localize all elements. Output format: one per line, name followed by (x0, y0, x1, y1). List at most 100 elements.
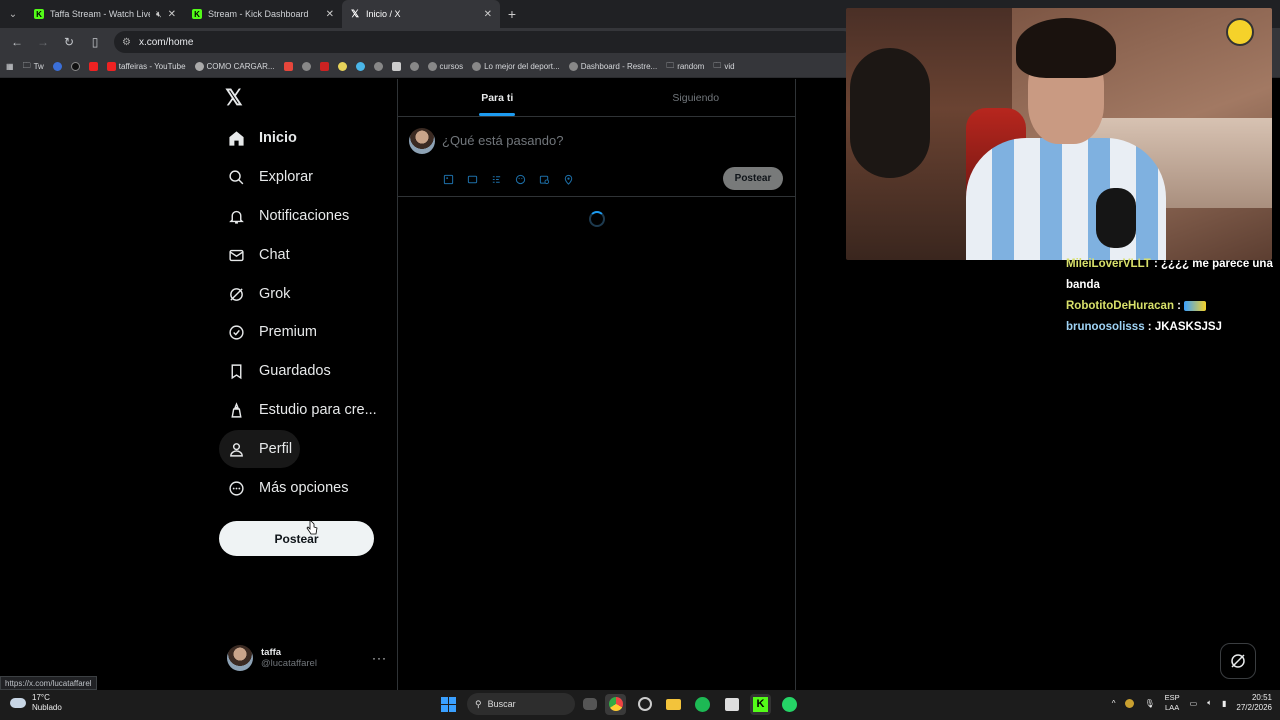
windows-taskbar: 17°C Nublado ⚲ Buscar K ^ 🎙︎ ESP LAA ▭ 🔈… (0, 690, 1280, 720)
tray-app-icon[interactable] (1125, 698, 1135, 708)
url-text: x.com/home (138, 36, 194, 48)
kick-favicon-icon: K (34, 9, 44, 19)
clock[interactable]: 20:51 27/2/2026 (1236, 693, 1272, 713)
search-icon (227, 168, 245, 186)
gif-icon[interactable] (466, 173, 478, 185)
x-logo-icon[interactable]: 𝕏 (225, 87, 247, 109)
nav-notificaciones[interactable]: Notificaciones (219, 197, 357, 235)
nav-estudio[interactable]: Estudio para cre... (219, 391, 385, 429)
apps-icon[interactable]: ▦ (6, 62, 14, 71)
windows-start-icon[interactable] (438, 694, 459, 715)
browser-tab-1[interactable]: K Taffa Stream - Watch Live o 🔇︎ ✕ (26, 0, 184, 28)
loading-spinner (589, 211, 605, 227)
bookmark-vid[interactable]: 🗀 vid (713, 60, 734, 74)
bookmark-instagram[interactable] (391, 62, 401, 71)
nav-grok[interactable]: Grok (219, 275, 298, 313)
compose-input[interactable]: ¿Qué está pasando? (442, 133, 563, 148)
weather-widget[interactable]: 17°C Nublado (10, 693, 62, 713)
emoji-icon[interactable] (514, 173, 526, 185)
task-view-icon[interactable] (583, 698, 597, 710)
bookmark-cursos[interactable]: cursos (427, 62, 463, 71)
bookmark-globe-3[interactable] (409, 62, 419, 71)
close-icon[interactable]: ✕ (326, 9, 334, 20)
avatar (227, 645, 253, 671)
bookmark-restream[interactable]: Dashboard - Restre... (568, 62, 657, 71)
store-icon[interactable] (721, 694, 742, 715)
mute-icon[interactable]: 🔇︎ (156, 9, 162, 20)
bookmark-icon (227, 362, 245, 380)
back-icon[interactable]: ← (6, 31, 28, 53)
bookmark-globe-2[interactable] (373, 62, 383, 71)
chevron-up-icon[interactable]: ^ (1112, 699, 1116, 708)
chat-message: MileiLoverVLLT : ¿¿¿¿ me parece una band… (1066, 258, 1273, 291)
tab-siguiendo[interactable]: Siguiendo (597, 79, 796, 116)
tab-search-button[interactable]: ⌄ (0, 0, 26, 28)
mic-tray-icon[interactable]: 🎙︎ (1144, 699, 1154, 708)
bookmark-gmail[interactable] (283, 62, 293, 71)
battery-icon[interactable]: ▮ (1222, 699, 1226, 708)
bookmark-youtube[interactable]: taffeiras - YouTube (106, 62, 186, 71)
bookmark-tw[interactable]: 🗀 Tw (23, 60, 44, 74)
language-indicator[interactable]: ESP LAA (1165, 693, 1180, 713)
bookmark-como-cargar[interactable]: COMO CARGAR... (194, 62, 275, 71)
feed-tabs: Para ti Siguiendo (398, 79, 795, 117)
nav-premium[interactable]: Premium (219, 313, 325, 351)
composer-post-button[interactable]: Postear (723, 167, 783, 190)
kick-favicon-icon: K (192, 9, 202, 19)
composer-toolbar (442, 173, 574, 185)
person-icon (227, 440, 245, 458)
close-icon[interactable]: ✕ (484, 9, 492, 20)
location-icon[interactable] (562, 173, 574, 185)
taskbar-search[interactable]: ⚲ Buscar (467, 693, 575, 715)
volume-icon[interactable]: 🔈︎ (1207, 698, 1212, 708)
schedule-icon[interactable] (538, 173, 550, 185)
nav-guardados[interactable]: Guardados (219, 352, 339, 390)
tab-title: Inicio / X (366, 9, 401, 19)
tab-title: Stream - Kick Dashboard (208, 9, 309, 19)
bookmark-random[interactable]: 🗀 random (666, 60, 704, 74)
kick-app-icon[interactable]: K (750, 693, 771, 715)
account-switcher[interactable]: taffa @lucataffarel ··· (227, 643, 387, 673)
account-handle: @lucataffarel (261, 658, 317, 669)
mascot-icon (1226, 18, 1254, 46)
chat-message: RobotitoDeHuracan : (1066, 296, 1276, 317)
bookmark-deporte[interactable]: Lo mejor del deport... (472, 62, 560, 71)
bookmark-red[interactable] (319, 62, 329, 71)
poll-icon[interactable] (490, 173, 502, 185)
nav-perfil[interactable]: Perfil (219, 430, 301, 468)
file-explorer-icon[interactable] (663, 694, 684, 715)
whatsapp-icon[interactable] (779, 694, 800, 715)
chrome-icon[interactable] (605, 693, 626, 715)
post-composer: ¿Qué está pasando? Postear (398, 117, 795, 197)
bookmark-icon-blue[interactable] (52, 62, 62, 71)
obs-icon[interactable] (634, 694, 655, 715)
nav-chat[interactable]: Chat (219, 236, 298, 274)
bookmark-youtube-icon[interactable] (88, 62, 98, 71)
chat-user: RobotitoDeHuracan (1066, 300, 1174, 312)
browser-tab-2[interactable]: K Stream - Kick Dashboard ✕ (184, 0, 342, 28)
bookmark-yellow[interactable] (337, 62, 347, 71)
bookmark-globe-1[interactable] (301, 62, 311, 71)
nav-inicio[interactable]: Inicio (219, 119, 305, 157)
chat-text: JKASKSJSJ (1154, 321, 1222, 333)
image-icon[interactable] (442, 173, 454, 185)
forward-icon[interactable]: → (32, 31, 54, 53)
nav-explorar[interactable]: Explorar (219, 158, 321, 196)
tab-para-ti[interactable]: Para ti (398, 79, 597, 116)
bookmark-cyan[interactable] (355, 62, 365, 71)
more-icon[interactable]: ··· (372, 651, 387, 665)
site-info-icon[interactable]: ⚙ (122, 37, 131, 48)
bookmark-tiktok[interactable] (70, 62, 80, 71)
network-icon[interactable]: ▭ (1190, 699, 1198, 708)
browser-tab-3[interactable]: 𝕏 Inicio / X ✕ (342, 0, 500, 28)
tab-title: Taffa Stream - Watch Live o (50, 9, 150, 19)
new-tab-button[interactable]: + (500, 6, 524, 22)
spotify-icon[interactable] (692, 694, 713, 715)
grok-floating-button[interactable] (1220, 643, 1256, 679)
reload-icon[interactable]: ↻ (58, 31, 80, 53)
nav-mas-opciones[interactable]: Más opciones (219, 469, 356, 507)
address-bar[interactable]: ⚙ x.com/home (114, 31, 854, 53)
close-icon[interactable]: ✕ (168, 9, 176, 20)
post-button[interactable]: Postear (219, 521, 374, 556)
sidepanel-icon[interactable]: ▯ (84, 31, 106, 53)
